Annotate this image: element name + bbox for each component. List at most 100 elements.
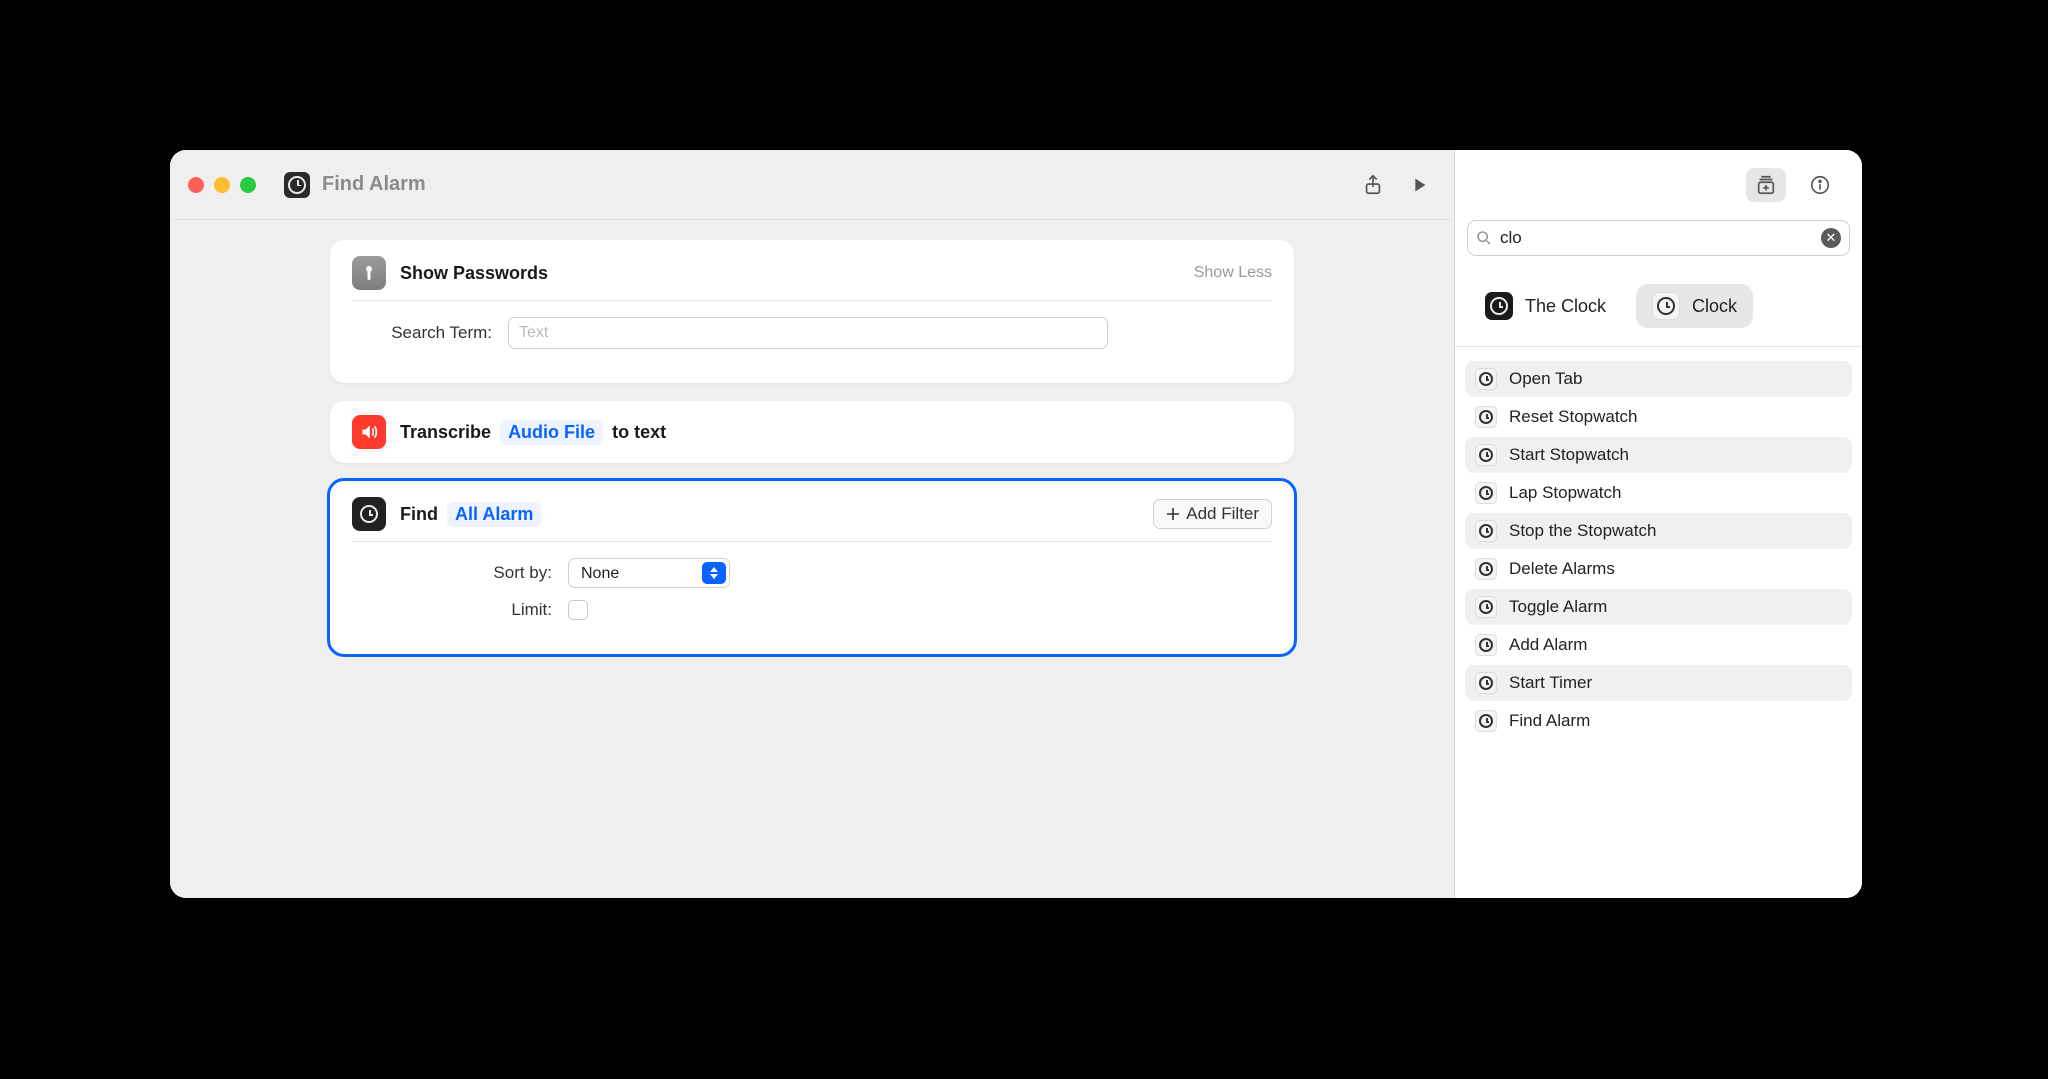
window-title: Find Alarm — [322, 173, 426, 196]
action-item[interactable]: Delete Alarms — [1465, 551, 1852, 587]
clock-app-icon — [1475, 710, 1497, 732]
clock-app-icon — [1475, 634, 1497, 656]
clock-icon — [1479, 524, 1493, 538]
search-icon — [1476, 230, 1492, 246]
clock-app-icon — [1475, 482, 1497, 504]
transcribe-suffix: to text — [612, 422, 666, 442]
action-item[interactable]: Toggle Alarm — [1465, 589, 1852, 625]
clock-icon — [1479, 600, 1493, 614]
clock-app-icon — [352, 497, 386, 531]
minimize-button[interactable] — [214, 177, 230, 193]
app-label: Clock — [1692, 296, 1737, 317]
action-label: Start Timer — [1509, 673, 1592, 693]
close-button[interactable] — [188, 177, 204, 193]
search-term-row: Search Term: — [352, 317, 1272, 349]
sidebar-toolbar — [1455, 150, 1862, 220]
add-filter-button[interactable]: Add Filter — [1153, 499, 1272, 529]
app-filter-row: The Clock Clock — [1455, 266, 1862, 347]
clock-icon — [1479, 410, 1493, 424]
clock-icon — [1479, 562, 1493, 576]
action-item[interactable]: Start Stopwatch — [1465, 437, 1852, 473]
action-label: Toggle Alarm — [1509, 597, 1607, 617]
clock-icon — [1479, 372, 1493, 386]
clear-search-button[interactable]: ✕ — [1821, 228, 1841, 248]
clock-app-icon — [1475, 596, 1497, 618]
app-pill-the-clock[interactable]: The Clock — [1469, 284, 1622, 328]
card-title: Transcribe Audio File to text — [400, 420, 666, 445]
limit-label: Limit: — [352, 600, 552, 620]
zoom-button[interactable] — [240, 177, 256, 193]
audio-file-token[interactable]: Audio File — [500, 420, 603, 445]
clock-app-icon — [1475, 368, 1497, 390]
action-search[interactable]: ✕ — [1467, 220, 1850, 256]
sort-by-row: Sort by: None — [352, 558, 1272, 588]
app-icon — [1652, 292, 1680, 320]
share-icon — [1362, 174, 1384, 196]
clock-icon — [1479, 486, 1493, 500]
sort-by-select-el[interactable]: None — [569, 559, 729, 587]
library-button[interactable] — [1746, 168, 1786, 202]
add-filter-label: Add Filter — [1186, 504, 1259, 524]
find-prefix: Find — [400, 504, 438, 524]
action-label: Start Stopwatch — [1509, 445, 1629, 465]
action-item[interactable]: Add Alarm — [1465, 627, 1852, 663]
card-header: Show Passwords Show Less — [352, 256, 1272, 290]
card-header: Transcribe Audio File to text — [352, 415, 1272, 449]
action-item[interactable]: Reset Stopwatch — [1465, 399, 1852, 435]
action-label: Reset Stopwatch — [1509, 407, 1638, 427]
app-pill-clock[interactable]: Clock — [1636, 284, 1753, 328]
find-token[interactable]: All Alarm — [447, 502, 541, 527]
play-icon — [1408, 174, 1430, 196]
titlebar: Find Alarm — [170, 150, 1454, 220]
card-header: Find All Alarm Add Filter — [352, 497, 1272, 531]
sort-by-select[interactable]: None — [568, 558, 730, 588]
clock-icon — [1479, 638, 1493, 652]
action-item[interactable]: Stop the Stopwatch — [1465, 513, 1852, 549]
workflow-canvas[interactable]: Show Passwords Show Less Search Term: — [170, 220, 1454, 898]
action-item[interactable]: Lap Stopwatch — [1465, 475, 1852, 511]
clock-icon — [1479, 448, 1493, 462]
clock-app-icon — [1475, 558, 1497, 580]
action-item[interactable]: Find Alarm — [1465, 703, 1852, 739]
app-label: The Clock — [1525, 296, 1606, 317]
clock-icon — [288, 176, 306, 194]
app-icon — [1485, 292, 1513, 320]
run-button[interactable] — [1402, 168, 1436, 202]
window-controls — [188, 177, 256, 193]
keychain-icon — [352, 256, 386, 290]
action-label: Stop the Stopwatch — [1509, 521, 1656, 541]
search-term-label: Search Term: — [352, 323, 492, 343]
clock-icon — [360, 505, 378, 523]
search-input[interactable] — [1500, 228, 1813, 248]
action-list: Open Tab Reset Stopwatch Start Stopwatch La… — [1455, 347, 1862, 753]
card-title: Show Passwords — [400, 263, 548, 284]
action-transcribe[interactable]: Transcribe Audio File to text — [330, 401, 1294, 463]
action-item[interactable]: Open Tab — [1465, 361, 1852, 397]
clock-icon — [1657, 297, 1675, 315]
show-less-button[interactable]: Show Less — [1194, 264, 1272, 282]
limit-checkbox[interactable] — [568, 600, 588, 620]
divider — [352, 300, 1272, 301]
info-icon — [1809, 174, 1831, 196]
clock-icon — [1479, 676, 1493, 690]
library-icon — [1755, 174, 1777, 196]
clock-icon — [1479, 714, 1493, 728]
actions-sidebar: ✕ The Clock Clock Open Tab Reset Stopwatch… — [1454, 150, 1862, 898]
limit-row: Limit: — [352, 600, 1272, 620]
card-title: Find All Alarm — [400, 502, 545, 527]
action-find-alarm[interactable]: Find All Alarm Add Filter Sort by: — [330, 481, 1294, 654]
action-show-passwords[interactable]: Show Passwords Show Less Search Term: — [330, 240, 1294, 383]
shortcuts-editor-window: Find Alarm Show Passwords — [170, 150, 1862, 898]
sort-by-label: Sort by: — [352, 563, 552, 583]
action-label: Open Tab — [1509, 369, 1582, 389]
action-label: Delete Alarms — [1509, 559, 1615, 579]
clock-app-icon — [1475, 444, 1497, 466]
action-item[interactable]: Start Timer — [1465, 665, 1852, 701]
search-term-input[interactable] — [508, 317, 1108, 349]
share-button[interactable] — [1356, 168, 1390, 202]
clock-icon — [1490, 297, 1508, 315]
action-label: Add Alarm — [1509, 635, 1587, 655]
main-pane: Find Alarm Show Passwords — [170, 150, 1454, 898]
info-button[interactable] — [1800, 168, 1840, 202]
clock-app-icon — [1475, 672, 1497, 694]
